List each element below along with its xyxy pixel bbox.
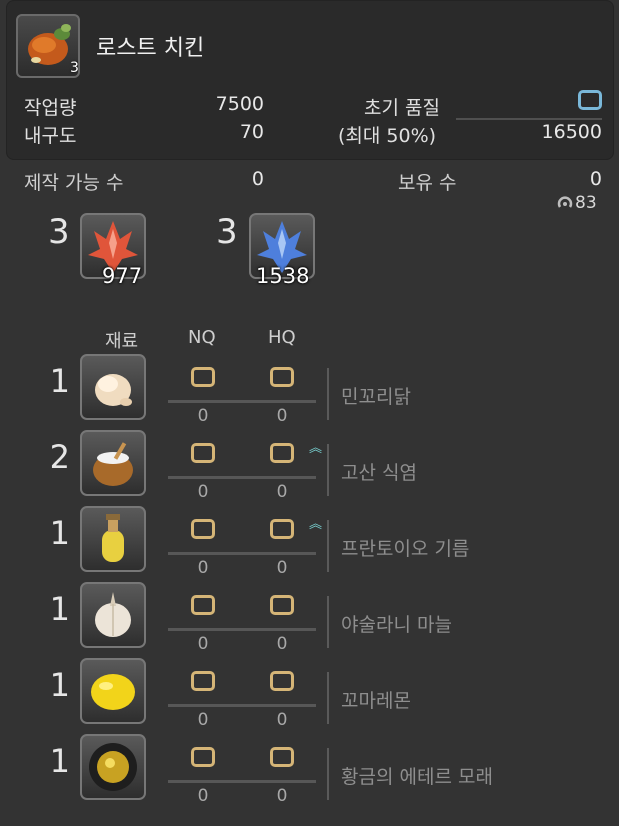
- nq-slot[interactable]: [191, 747, 215, 767]
- material-count: 2: [49, 438, 70, 476]
- hq-slot[interactable]: [270, 519, 294, 539]
- nq-have: 0: [197, 558, 209, 578]
- material-name: 야술라니 마늘: [341, 614, 452, 636]
- owned-value: 0: [589, 168, 602, 190]
- material-name: 민꼬리닭: [341, 386, 411, 408]
- garlic-icon[interactable]: [80, 582, 146, 648]
- nq-have: 0: [197, 786, 209, 806]
- material-count: 1: [49, 514, 70, 552]
- nq-header: NQ: [188, 327, 216, 348]
- material-name: 황금의 에테르 모래: [341, 766, 493, 788]
- hq-available-chevron-icon: ︽: [309, 517, 323, 532]
- initial-quality-label: 초기 품질: [364, 97, 440, 119]
- slot-divider: [168, 780, 316, 783]
- max-quality-label: (최대 50%): [338, 125, 437, 147]
- hq-slot[interactable]: [270, 367, 294, 387]
- nq-have: 0: [197, 406, 209, 426]
- crystal-ice-count: 3: [216, 212, 238, 252]
- nq-slot[interactable]: [191, 443, 215, 463]
- craftable-label: 제작 가능 수: [24, 172, 124, 194]
- hq-slot[interactable]: [270, 595, 294, 615]
- row-separator: [327, 444, 329, 496]
- durability-value: 70: [239, 121, 264, 143]
- hq-have: 0: [276, 406, 288, 426]
- nq-have: 0: [197, 482, 209, 502]
- ring-icon: [557, 196, 573, 208]
- nq-slot[interactable]: [191, 519, 215, 539]
- yield-count: 3: [70, 60, 79, 76]
- material-name: 꼬마레몬: [341, 690, 411, 712]
- quality-max-value: 16500: [541, 121, 602, 143]
- ice-crystal-have: 1538: [256, 264, 310, 288]
- nq-have: 0: [197, 634, 209, 654]
- material-count: 1: [49, 742, 70, 780]
- salt-pot-icon[interactable]: [80, 430, 146, 496]
- hq-header: HQ: [268, 327, 296, 348]
- material-count: 1: [49, 362, 70, 400]
- slot-divider: [168, 552, 316, 555]
- recipe-name: 로스트 치킨: [96, 36, 205, 61]
- ring-inventory: 83: [556, 193, 597, 213]
- aether-sand-icon[interactable]: [80, 734, 146, 800]
- slot-divider: [168, 704, 316, 707]
- workload-value: 7500: [215, 93, 264, 115]
- row-separator: [327, 672, 329, 724]
- owned-label: 보유 수: [398, 172, 457, 194]
- quality-divider: [456, 118, 602, 120]
- ring-count: 83: [575, 193, 597, 213]
- material-header: 재료: [105, 331, 139, 352]
- material-name: 고산 식염: [341, 462, 417, 484]
- slot-divider: [168, 628, 316, 631]
- crystal-fire-count: 3: [48, 212, 70, 252]
- hq-have: 0: [276, 634, 288, 654]
- hq-have: 0: [276, 786, 288, 806]
- hq-have: 0: [276, 558, 288, 578]
- oil-bottle-icon[interactable]: [80, 506, 146, 572]
- lemon-icon[interactable]: [80, 658, 146, 724]
- nq-slot[interactable]: [191, 595, 215, 615]
- chicken-icon[interactable]: [80, 354, 146, 420]
- fire-crystal-have: 977: [102, 264, 143, 288]
- material-count: 1: [49, 666, 70, 704]
- hq-slot[interactable]: [270, 671, 294, 691]
- row-separator: [327, 596, 329, 648]
- nq-have: 0: [197, 710, 209, 730]
- slot-divider: [168, 400, 316, 403]
- hq-available-chevron-icon: ︽: [309, 441, 323, 456]
- nq-slot[interactable]: [191, 367, 215, 387]
- hq-have: 0: [276, 710, 288, 730]
- nq-slot[interactable]: [191, 671, 215, 691]
- row-separator: [327, 748, 329, 800]
- material-count: 1: [49, 590, 70, 628]
- hq-have: 0: [276, 482, 288, 502]
- row-separator: [327, 520, 329, 572]
- row-separator: [327, 368, 329, 420]
- durability-label: 내구도: [24, 125, 77, 147]
- workload-label: 작업량: [24, 97, 77, 119]
- hq-slot[interactable]: [270, 443, 294, 463]
- craftable-value: 0: [251, 168, 264, 190]
- slot-divider: [168, 476, 316, 479]
- hq-slot[interactable]: [270, 747, 294, 767]
- initial-quality-checkbox[interactable]: [578, 90, 602, 110]
- material-name: 프란토이오 기름: [341, 538, 470, 560]
